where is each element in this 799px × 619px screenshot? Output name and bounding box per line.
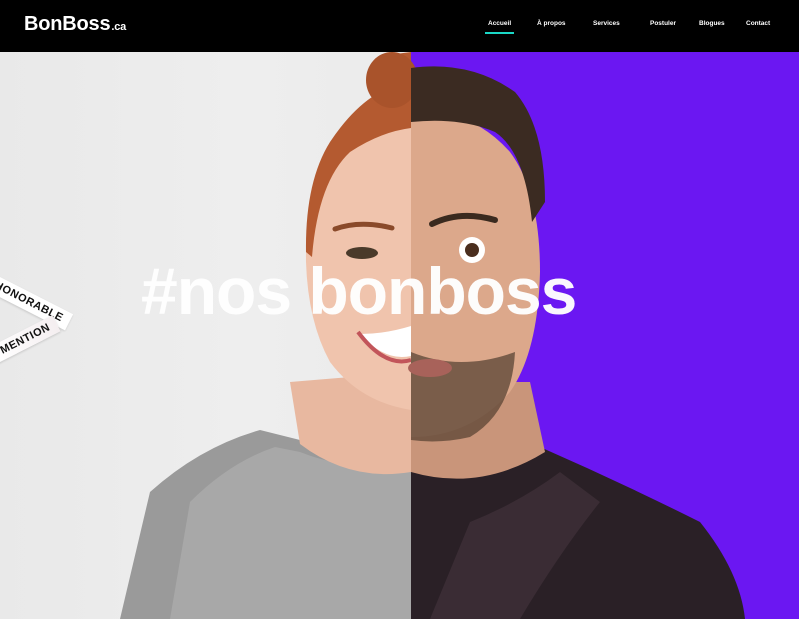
man-half-face — [408, 66, 745, 619]
nav-item-blogues[interactable]: Blogues — [699, 20, 725, 27]
logo-wordmark: BonBoss — [24, 13, 111, 35]
hero-banner: #nos bonboss HONORABLE MENTION — [0, 52, 799, 619]
badge-line-mention: MENTION — [0, 315, 61, 364]
nav-item-accueil[interactable]: Accueil — [484, 20, 515, 34]
nav-item-contact[interactable]: Contact — [746, 20, 770, 27]
nav-item-services[interactable]: Services — [593, 20, 620, 27]
logo-tld: .ca — [111, 21, 127, 33]
site-header: BonBoss.ca Accueil À propos Services Pos… — [0, 0, 799, 52]
woman-half-face — [120, 52, 418, 619]
site-logo[interactable]: BonBoss.ca — [24, 13, 126, 36]
hero-headline: #nos bonboss — [141, 254, 577, 328]
honorable-mention-badge: HONORABLE MENTION — [0, 250, 90, 370]
nav-item-postuler[interactable]: Postuler — [650, 20, 676, 27]
split-face-portrait — [120, 52, 745, 619]
nav-item-a-propos[interactable]: À propos — [537, 20, 566, 27]
